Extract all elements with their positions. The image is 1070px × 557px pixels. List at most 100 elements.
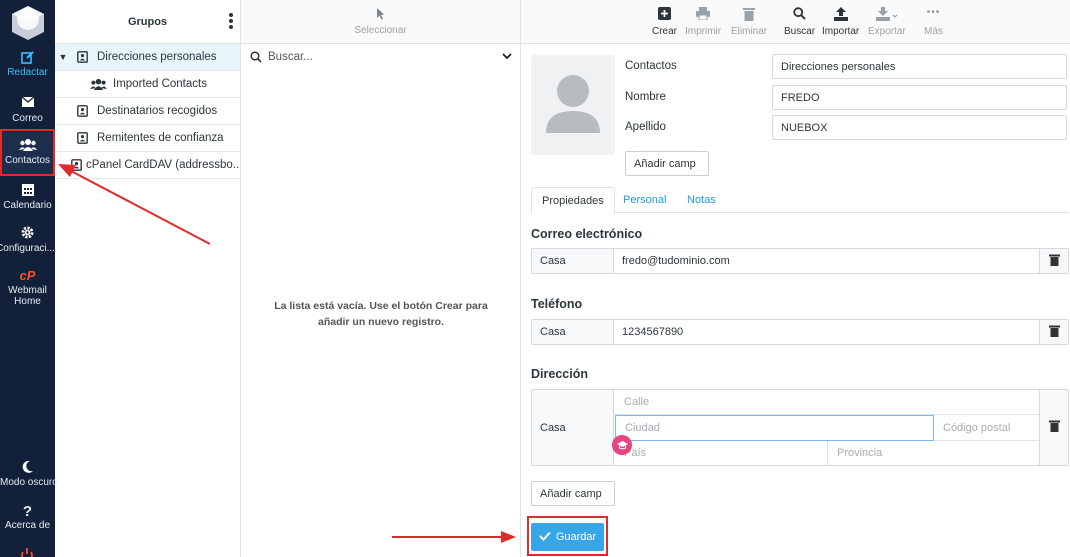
group-item-imported[interactable]: Imported Contacts <box>55 71 240 98</box>
moon-icon <box>0 460 55 474</box>
addressbook-icon <box>71 132 93 144</box>
nav-about[interactable]: ? Acerca de <box>0 503 55 531</box>
select-label: Seleccionar <box>354 25 407 36</box>
select-button[interactable]: Seleccionar <box>241 7 520 36</box>
webmail-app: Redactar Correo Contactos Calendario Con… <box>0 0 1070 557</box>
nav-webmail-home-label: Webmail Home <box>8 285 47 307</box>
group-label: Imported Contacts <box>113 78 207 90</box>
create-button[interactable]: Crear <box>652 7 677 37</box>
add-field-select-top[interactable]: Añadir camp <box>625 151 709 176</box>
add-field-select-bottom[interactable]: Añadir camp <box>531 481 615 506</box>
contact-tabs: Propiedades Personal Notas <box>531 187 1069 214</box>
groups-menu-icon[interactable] <box>229 13 233 31</box>
printer-icon <box>685 7 721 23</box>
nav-about-label: Acerca de <box>4 520 51 531</box>
group-item-personal[interactable]: ▼ Direcciones personales <box>55 44 240 71</box>
group-item-trusted[interactable]: Remitentes de confianza <box>55 125 240 152</box>
print-button[interactable]: Imprimir <box>685 7 721 37</box>
cursor-icon <box>241 7 520 21</box>
nav-calendar-label: Calendario <box>3 200 52 211</box>
nav-webmail-home[interactable]: cP Webmail Home <box>0 268 55 307</box>
compose-icon <box>0 50 55 64</box>
contacts-label: Contactos <box>625 60 677 72</box>
group-label: Remitentes de confianza <box>97 132 224 144</box>
group-item-collected[interactable]: Destinatarios recogidos <box>55 98 240 125</box>
phone-type-select[interactable]: Casa <box>532 320 614 344</box>
highlight-contacts <box>0 129 55 176</box>
delete-address-button[interactable] <box>1039 390 1068 465</box>
group-label: cPanel CardDAV (addressbo... <box>86 159 240 171</box>
plus-square-icon <box>652 7 677 23</box>
group-item-carddav[interactable]: cPanel CardDAV (addressbo... <box>55 152 240 179</box>
delete-phone-button[interactable] <box>1039 320 1068 344</box>
contact-photo[interactable] <box>531 55 615 155</box>
autofill-badge-icon[interactable] <box>612 435 632 455</box>
create-label: Crear <box>652 26 678 37</box>
print-label: Imprimir <box>685 26 722 37</box>
province-input[interactable]: Provincia <box>828 441 1039 465</box>
tab-personal[interactable]: Personal <box>613 187 676 213</box>
nav-calendar[interactable]: Calendario <box>0 183 55 211</box>
contacts-list-panel: Seleccionar Buscar... La lista está vací… <box>241 0 521 557</box>
logout-icon[interactable] <box>19 547 35 557</box>
addressbook-field[interactable]: Direcciones personales <box>772 54 1067 79</box>
more-dots-icon: ••• <box>926 7 941 18</box>
upload-icon <box>822 7 859 23</box>
addressbook-icon <box>71 51 93 63</box>
nav-dark-mode[interactable]: Modo oscuro <box>0 460 58 488</box>
gear-icon <box>0 226 55 240</box>
trash-icon <box>731 7 767 23</box>
chevron-down-icon[interactable] <box>502 51 512 63</box>
group-label: Direcciones personales <box>97 51 217 63</box>
more-button[interactable]: ••• Más <box>924 7 943 37</box>
groups-header: Grupos <box>55 0 240 44</box>
nav-mail[interactable]: Correo <box>0 96 55 124</box>
street-input[interactable]: Calle <box>615 390 1039 415</box>
phone-input[interactable]: 1234567890 <box>622 320 683 344</box>
delete-label: Eliminar <box>731 26 768 37</box>
email-type-select[interactable]: Casa <box>532 249 614 273</box>
tab-notes[interactable]: Notas <box>677 187 726 213</box>
phone-section-title: Teléfono <box>531 297 583 311</box>
search-icon <box>784 7 815 23</box>
list-header: Seleccionar <box>241 0 520 44</box>
country-input[interactable]: País <box>615 441 828 465</box>
surname-input[interactable]: NUEBOX <box>772 115 1067 140</box>
zip-input[interactable]: Código postal <box>934 415 1039 441</box>
address-section-title: Dirección <box>531 367 588 381</box>
search-label: Buscar <box>784 26 816 37</box>
chevron-down-icon[interactable]: ▼ <box>55 52 71 62</box>
search-input[interactable]: Buscar... <box>268 51 313 63</box>
roundcube-logo <box>8 4 48 42</box>
calendar-icon <box>0 183 55 197</box>
main-nav: Redactar Correo Contactos Calendario Con… <box>0 0 58 557</box>
mail-icon <box>0 96 55 110</box>
email-input[interactable]: fredo@tudominio.com <box>622 249 730 273</box>
highlight-save <box>527 516 608 556</box>
export-button[interactable]: Exportar <box>868 7 906 37</box>
nav-dark-mode-label: Modo oscuro <box>0 477 58 488</box>
delete-button[interactable]: Eliminar <box>731 7 767 37</box>
question-icon: ? <box>22 503 33 520</box>
import-button[interactable]: Importar <box>822 7 859 37</box>
nav-compose[interactable]: Redactar <box>0 50 55 78</box>
empty-list-message: La lista está vacía. Use el botón Crear … <box>241 298 521 330</box>
users-icon <box>87 78 109 90</box>
nav-settings-label: Configuraci... <box>0 243 55 254</box>
cpanel-icon: cP <box>19 268 36 283</box>
search-button[interactable]: Buscar <box>784 7 815 37</box>
addressbook-icon <box>71 159 82 171</box>
trash-icon <box>1048 420 1060 435</box>
name-input[interactable]: FREDO <box>772 85 1067 110</box>
export-label: Exportar <box>868 26 906 37</box>
search-bar[interactable]: Buscar... <box>241 44 520 71</box>
tab-properties[interactable]: Propiedades <box>531 187 615 214</box>
trash-icon <box>1048 254 1060 269</box>
address-type-select[interactable]: Casa <box>532 390 614 465</box>
nav-settings[interactable]: Configuraci... <box>0 226 55 254</box>
email-section-title: Correo electrónico <box>531 227 643 241</box>
groups-panel: Grupos ▼ Direcciones personales Imported… <box>55 0 241 557</box>
city-input[interactable]: Ciudad <box>615 415 934 441</box>
nav-compose-label: Redactar <box>7 67 48 78</box>
delete-email-button[interactable] <box>1039 249 1068 273</box>
